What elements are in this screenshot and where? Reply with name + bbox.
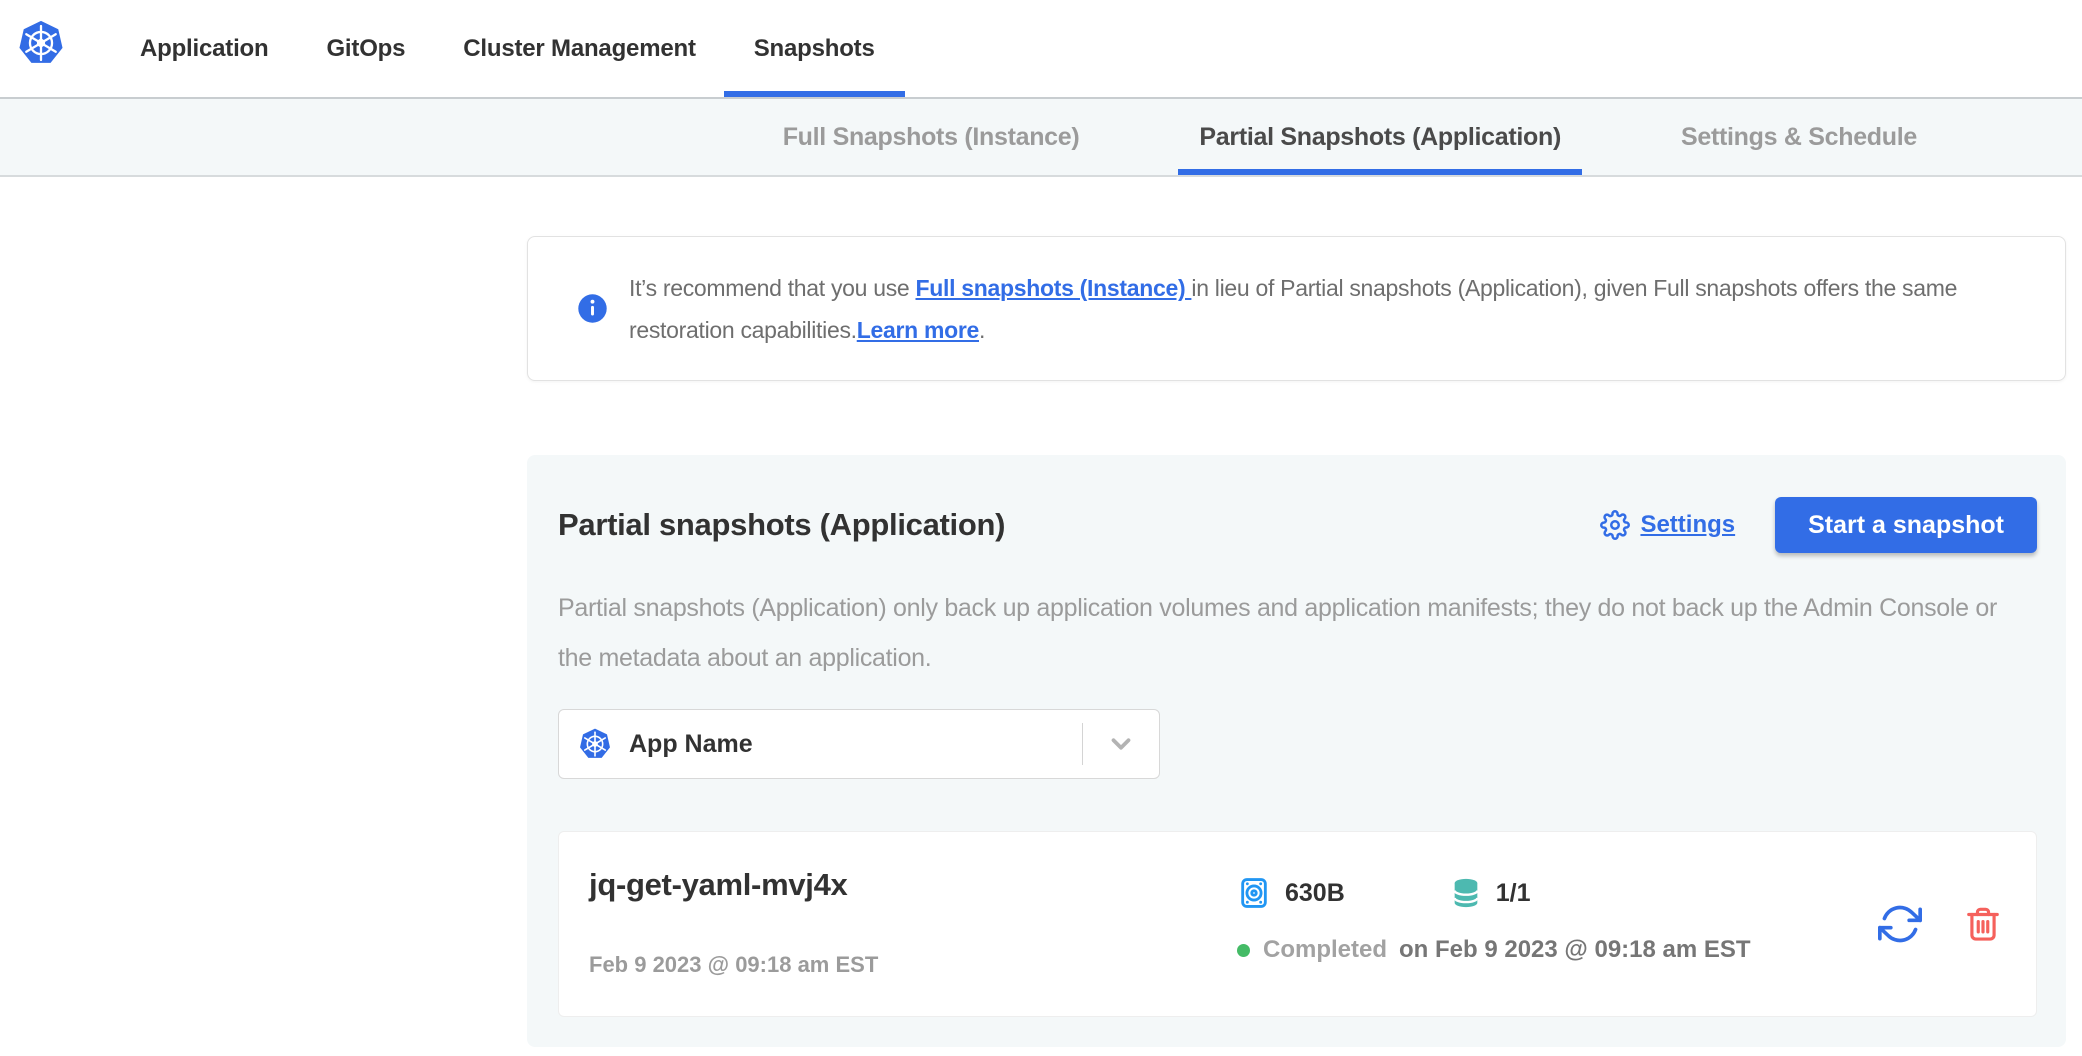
restore-icon[interactable] bbox=[1878, 902, 1922, 946]
snapshot-size: 630B bbox=[1285, 879, 1345, 908]
snapshot-row-actions bbox=[1878, 832, 2002, 1016]
info-icon bbox=[577, 293, 608, 324]
chevron-down-icon bbox=[1083, 729, 1159, 759]
start-snapshot-button[interactable]: Start a snapshot bbox=[1775, 497, 2037, 553]
status-dot bbox=[1237, 944, 1250, 957]
info-text-after: . bbox=[979, 317, 985, 343]
snapshot-name: jq-get-yaml-mvj4x bbox=[589, 867, 1207, 903]
panel-description: Partial snapshots (Application) only bac… bbox=[558, 583, 2037, 683]
snapshot-row-details: 630B 1/1 Completed on Feb 9 2023 @ 09:18… bbox=[1207, 832, 1751, 1016]
nav-item-gitops[interactable]: GitOps bbox=[326, 0, 405, 97]
gear-icon bbox=[1600, 510, 1630, 540]
snapshot-stats: 630B 1/1 bbox=[1237, 876, 1751, 910]
nav-item-cluster-management[interactable]: Cluster Management bbox=[463, 0, 695, 97]
content-area: It’s recommend that you use Full snapsho… bbox=[527, 236, 2066, 1047]
learn-more-link[interactable]: Learn more bbox=[857, 317, 979, 343]
database-icon bbox=[1345, 876, 1484, 910]
disk-icon bbox=[1237, 876, 1271, 910]
panel-header: Partial snapshots (Application) Settings… bbox=[558, 497, 2037, 553]
settings-link-label: Settings bbox=[1640, 511, 1735, 539]
snapshot-volume-count: 1/1 bbox=[1496, 879, 1531, 908]
tab-partial-snapshots-application[interactable]: Partial Snapshots (Application) bbox=[1199, 99, 1561, 175]
nav-item-application[interactable]: Application bbox=[140, 0, 268, 97]
nav-item-snapshots[interactable]: Snapshots bbox=[754, 0, 875, 97]
info-banner-text: It’s recommend that you use Full snapsho… bbox=[629, 267, 2027, 351]
snapshots-subnav: Full Snapshots (Instance) Partial Snapsh… bbox=[0, 97, 2082, 177]
settings-link[interactable]: Settings bbox=[1600, 510, 1735, 540]
tab-settings-schedule[interactable]: Settings & Schedule bbox=[1681, 99, 1917, 175]
app-name-dropdown[interactable]: App Name bbox=[558, 709, 1160, 779]
main-nav: Application GitOps Cluster Management Sn… bbox=[140, 0, 2082, 97]
snapshot-row: jq-get-yaml-mvj4x Feb 9 2023 @ 09:18 am … bbox=[558, 831, 2037, 1017]
kubernetes-app-icon bbox=[579, 728, 611, 760]
snapshot-status: Completed bbox=[1263, 936, 1387, 964]
snapshot-started-date: Feb 9 2023 @ 09:18 am EST bbox=[589, 952, 1207, 978]
info-banner: It’s recommend that you use Full snapsho… bbox=[527, 236, 2066, 381]
panel-title: Partial snapshots (Application) bbox=[558, 507, 1005, 543]
partial-snapshots-panel: Partial snapshots (Application) Settings… bbox=[527, 455, 2066, 1047]
info-text-before: It’s recommend that you use bbox=[629, 275, 916, 301]
snapshot-row-left: jq-get-yaml-mvj4x Feb 9 2023 @ 09:18 am … bbox=[589, 832, 1207, 1016]
panel-actions: Settings Start a snapshot bbox=[1600, 497, 2037, 553]
kubernetes-logo-icon bbox=[18, 20, 64, 66]
snapshot-status-line: Completed on Feb 9 2023 @ 09:18 am EST bbox=[1237, 936, 1751, 964]
full-snapshots-instance-link[interactable]: Full snapshots (Instance) bbox=[916, 275, 1192, 301]
top-navbar: Application GitOps Cluster Management Sn… bbox=[0, 0, 2082, 97]
trash-icon[interactable] bbox=[1964, 905, 2002, 943]
snapshot-finished-date: on Feb 9 2023 @ 09:18 am EST bbox=[1399, 936, 1751, 964]
app-name-dropdown-value: App Name bbox=[629, 730, 753, 759]
tab-full-snapshots-instance[interactable]: Full Snapshots (Instance) bbox=[783, 99, 1080, 175]
